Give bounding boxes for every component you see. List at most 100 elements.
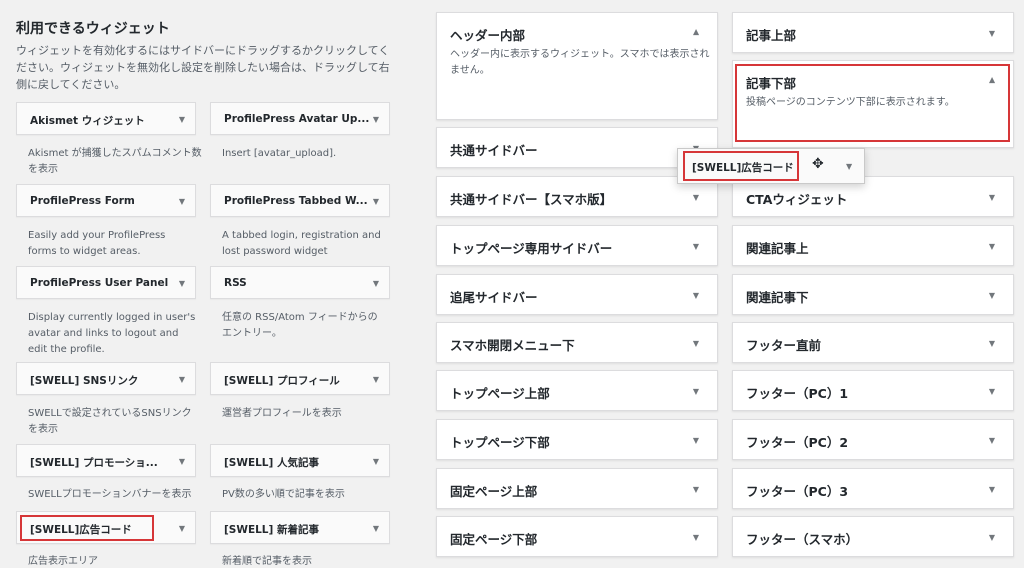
area-title: フッター直前 [746,338,822,353]
area-post-top[interactable]: 記事上部 ▼ [732,12,1014,53]
area-title: 共通サイドバー【スマホ版】 [450,192,613,207]
caret-down-icon[interactable]: ▼ [989,533,995,542]
area-related-lower[interactable]: 関連記事下 ▼ [732,274,1014,315]
caret-down-icon[interactable]: ▼ [989,193,995,202]
widget-title: [SWELL] 人気記事 [224,457,319,469]
area-title: 固定ページ上部 [450,484,538,499]
caret-down-icon[interactable]: ▼ [693,291,699,300]
highlight-box [20,515,154,541]
area-footer-pc-3[interactable]: フッター（PC）3 ▼ [732,468,1014,509]
area-title: ヘッダー内部 [450,28,526,43]
caret-down-icon[interactable]: ▼ [693,242,699,251]
widget-description: Display currently logged in user's avata… [28,312,196,355]
area-fixed-page-lower[interactable]: 固定ページ下部 ▼ [436,516,718,557]
caret-down-icon[interactable]: ▼ [373,279,379,288]
caret-down-icon[interactable]: ▼ [179,375,185,384]
area-fixed-page-upper[interactable]: 固定ページ上部 ▼ [436,468,718,509]
area-title: 追尾サイドバー [450,290,538,305]
caret-down-icon[interactable]: ▼ [989,436,995,445]
area-title: フッター（PC）1 [746,386,849,401]
widget-description: Insert [avatar_upload]. [222,148,337,159]
area-footer-pc-2[interactable]: フッター（PC）2 ▼ [732,419,1014,460]
caret-down-icon[interactable]: ▼ [989,29,995,38]
widget-description: Easily add your ProfilePress forms to wi… [28,230,166,257]
area-title: トップページ上部 [450,386,550,401]
widget-swell-popular[interactable]: [SWELL] 人気記事 ▼ [210,444,390,477]
widget-description: Akismet が捕獲したスパムコメント数を表示 [28,148,202,175]
highlight-box [683,151,799,181]
caret-down-icon[interactable]: ▼ [179,457,185,466]
move-icon[interactable]: ✥ [812,156,824,172]
area-top-page-upper[interactable]: トップページ上部 ▼ [436,370,718,411]
highlight-box [735,64,1010,142]
caret-down-icon[interactable]: ▼ [179,115,185,124]
area-title: 関連記事下 [746,290,809,305]
caret-down-icon[interactable]: ▼ [989,339,995,348]
area-title: フッター（PC）3 [746,484,849,499]
caret-down-icon[interactable]: ▼ [693,387,699,396]
caret-down-icon[interactable]: ▼ [693,436,699,445]
widget-profilepress-user-panel[interactable]: ProfilePress User Panel ▼ [16,266,196,299]
area-top-page-lower[interactable]: トップページ下部 ▼ [436,419,718,460]
widget-rss[interactable]: RSS ▼ [210,266,390,299]
widget-description: A tabbed login, registration and lost pa… [222,230,381,257]
widget-swell-new-posts[interactable]: [SWELL] 新着記事 ▼ [210,511,390,544]
area-header-inner[interactable]: ヘッダー内部 ▼ ヘッダー内に表示するウィジェット。スマホでは表示されません。 [436,12,718,120]
caret-down-icon[interactable]: ▼ [989,242,995,251]
widget-title: ProfilePress User Panel [30,277,169,289]
caret-down-icon[interactable]: ▼ [693,485,699,494]
widget-title: [SWELL] プロフィール [224,375,340,387]
area-title: 共通サイドバー [450,143,538,158]
caret-down-icon[interactable]: ▼ [373,375,379,384]
caret-down-icon[interactable]: ▼ [179,197,185,206]
caret-down-icon[interactable]: ▼ [373,457,379,466]
caret-down-icon[interactable]: ▼ [373,524,379,533]
widget-title: [SWELL] 新着記事 [224,524,319,536]
area-title: 記事上部 [746,28,797,43]
caret-down-icon[interactable]: ▼ [989,485,995,494]
widget-swell-promotion[interactable]: [SWELL] プロモーショ... ▼ [16,444,196,477]
widget-title: RSS [224,277,247,289]
widget-description: 新着順で記事を表示 [222,556,312,567]
caret-down-icon[interactable]: ▼ [179,524,185,533]
available-widgets-title: 利用できるウィジェット [16,21,170,37]
area-footer-mobile[interactable]: フッター（スマホ） ▼ [732,516,1014,557]
caret-up-icon[interactable]: ▼ [693,28,699,37]
widget-profilepress-avatar[interactable]: ProfilePress Avatar Up... ▼ [210,102,390,135]
caret-down-icon[interactable]: ▼ [846,162,852,171]
area-before-footer[interactable]: フッター直前 ▼ [732,322,1014,363]
widget-swell-profile[interactable]: [SWELL] プロフィール ▼ [210,362,390,395]
caret-down-icon[interactable]: ▼ [693,533,699,542]
area-title: トップページ下部 [450,435,550,450]
caret-down-icon[interactable]: ▼ [693,339,699,348]
caret-down-icon[interactable]: ▼ [179,279,185,288]
caret-down-icon[interactable]: ▼ [373,197,379,206]
widget-title: ProfilePress Tabbed W... [224,195,368,207]
widget-profilepress-tabbed[interactable]: ProfilePress Tabbed W... ▼ [210,184,390,217]
caret-down-icon[interactable]: ▼ [693,193,699,202]
widget-swell-sns[interactable]: [SWELL] SNSリンク ▼ [16,362,196,395]
area-mobile-menu-bottom[interactable]: スマホ開閉メニュー下 ▼ [436,322,718,363]
area-related-upper[interactable]: 関連記事上 ▼ [732,225,1014,266]
widget-title: [SWELL] プロモーショ... [30,457,158,469]
caret-down-icon[interactable]: ▼ [989,291,995,300]
caret-down-icon[interactable]: ▼ [373,115,379,124]
area-title: スマホ開閉メニュー下 [450,338,575,353]
area-title: CTAウィジェット [746,192,848,207]
available-widgets-description: ウィジェットを有効化するにはサイドバーにドラッグするかクリックしてください。ウィ… [16,44,390,91]
widget-description: 運営者プロフィールを表示 [222,408,342,419]
available-widgets-panel: 利用できるウィジェット ウィジェットを有効化するにはサイドバーにドラッグするかク… [0,0,416,568]
caret-down-icon[interactable]: ▼ [989,387,995,396]
area-sticky-sidebar[interactable]: 追尾サイドバー ▼ [436,274,718,315]
widget-description: PV数の多い順で記事を表示 [222,489,345,500]
area-common-sidebar[interactable]: 共通サイドバー ▼ [436,127,718,168]
widget-profilepress-form[interactable]: ProfilePress Form ▼ [16,184,196,217]
widget-description: 広告表示エリア [28,556,98,567]
area-top-page-sidebar[interactable]: トップページ専用サイドバー ▼ [436,225,718,266]
area-description: ヘッダー内に表示するウィジェット。スマホでは表示されません。 [450,49,710,76]
widget-akismet[interactable]: Akismet ウィジェット ▼ [16,102,196,135]
area-footer-pc-1[interactable]: フッター（PC）1 ▼ [732,370,1014,411]
widget-description: SWELLプロモーションバナーを表示 [28,489,192,500]
area-title: フッター（PC）2 [746,435,849,450]
area-common-sidebar-mobile[interactable]: 共通サイドバー【スマホ版】 ▼ [436,176,718,217]
